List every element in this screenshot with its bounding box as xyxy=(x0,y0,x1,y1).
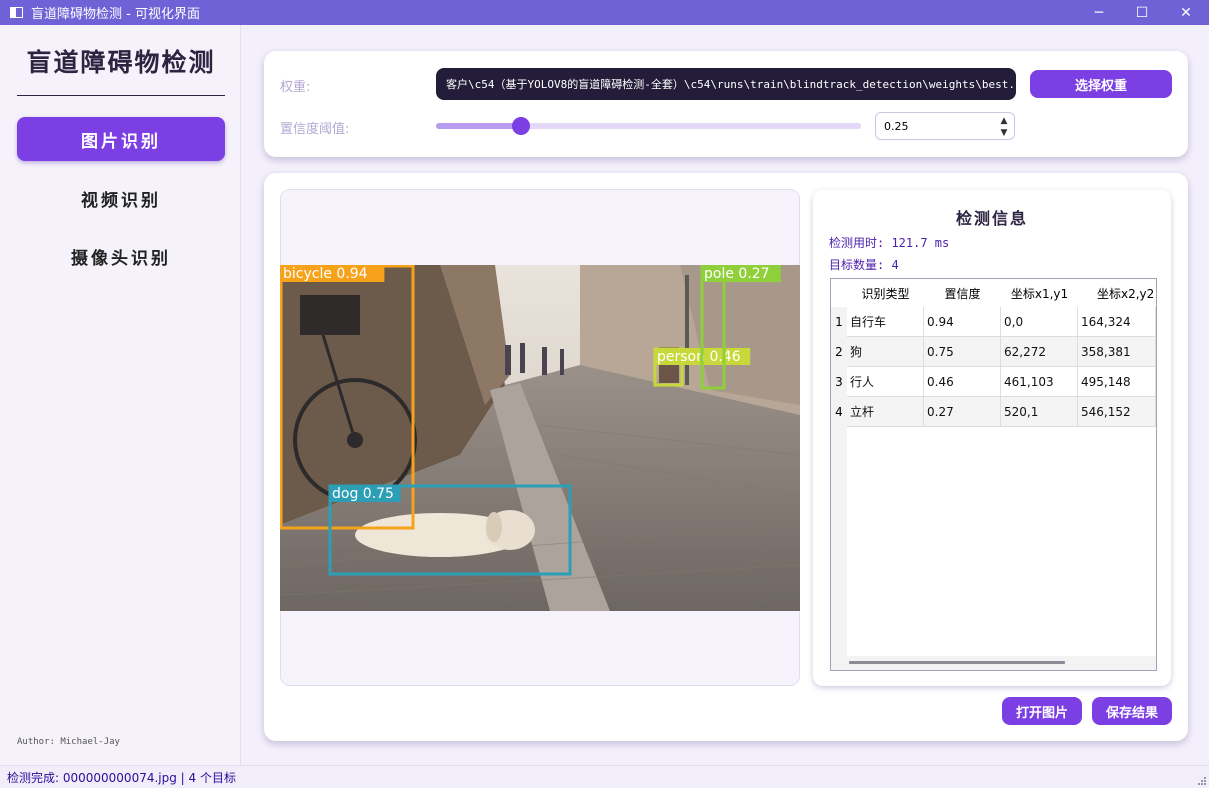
table-cell[interactable]: 狗 xyxy=(847,337,924,367)
window-title: 盲道障碍物检测 - 可视化界面 xyxy=(31,7,200,22)
save-result-button[interactable]: 保存结果 xyxy=(1092,697,1172,725)
row-number: 4 xyxy=(835,405,843,419)
nav-camera-detection[interactable]: 摄像头识别 xyxy=(17,234,225,278)
status-bar: 检测完成: 000000000074.jpg | 4 个目标 xyxy=(0,765,1209,788)
results-table[interactable]: 识别类型 置信度 坐标x1,y1 坐标x2,y2 1 自行车 0.94 0,0 … xyxy=(830,278,1157,671)
detection-label: person 0.46 xyxy=(657,349,741,365)
column-header[interactable]: 识别类型 xyxy=(847,279,924,307)
table-cell[interactable]: 0.27 xyxy=(924,397,1001,427)
table-cell[interactable]: 495,148 xyxy=(1078,367,1156,397)
table-cell[interactable]: 520,1 xyxy=(1001,397,1078,427)
table-cell[interactable]: 0.94 xyxy=(924,307,1001,337)
detection-label: dog 0.75 xyxy=(332,486,394,502)
title-divider xyxy=(17,95,225,96)
target-count-label: 目标数量: xyxy=(829,258,892,272)
close-button[interactable]: ✕ xyxy=(1163,0,1209,25)
row-number: 1 xyxy=(835,315,843,329)
weight-label: 权重: xyxy=(280,80,311,95)
table-cell[interactable]: 461,103 xyxy=(1001,367,1078,397)
column-header[interactable]: 坐标x2,y2 xyxy=(1078,279,1156,307)
row-number: 3 xyxy=(835,375,843,389)
confidence-value: 0.25 xyxy=(884,119,909,133)
column-header[interactable]: 坐标x1,y1 xyxy=(1001,279,1078,307)
confidence-label: 置信度阈值: xyxy=(280,122,350,137)
maximize-button[interactable]: ☐ xyxy=(1119,0,1165,25)
table-cell[interactable]: 立杆 xyxy=(847,397,924,427)
table-cell[interactable]: 行人 xyxy=(847,367,924,397)
target-count-value: 4 xyxy=(891,258,899,272)
author-label: Author: Michael-Jay xyxy=(17,737,120,747)
table-row[interactable]: 自行车 0.94 0,0 164,324 xyxy=(847,307,1156,337)
title-bar: 盲道障碍物检测 - 可视化界面 ─ ☐ ✕ xyxy=(0,0,1209,25)
detection-label: bicycle 0.94 xyxy=(283,266,368,282)
resize-grip-icon[interactable] xyxy=(1196,775,1206,785)
confidence-spinbox[interactable]: 0.25 ▲ ▼ xyxy=(875,112,1015,140)
app-icon xyxy=(10,7,23,18)
table-cell[interactable]: 0,0 xyxy=(1001,307,1078,337)
table-row[interactable]: 行人 0.46 461,103 495,148 xyxy=(847,367,1156,397)
confidence-slider[interactable] xyxy=(436,117,861,135)
row-number: 2 xyxy=(835,345,843,359)
status-text: 检测完成: 000000000074.jpg | 4 个目标 xyxy=(7,770,236,785)
target-count: 目标数量: 4 xyxy=(829,256,899,273)
open-image-button[interactable]: 打开图片 xyxy=(1002,697,1082,725)
table-cell[interactable]: 0.75 xyxy=(924,337,1001,367)
settings-card xyxy=(264,51,1188,157)
detection-image: bicycle 0.94 dog 0.75 person 0.46 pole 0.27 xyxy=(280,265,800,611)
table-cell[interactable]: 546,152 xyxy=(1078,397,1156,427)
table-cell[interactable]: 62,272 xyxy=(1001,337,1078,367)
table-cell[interactable]: 358,381 xyxy=(1078,337,1156,367)
nav-image-detection[interactable]: 图片识别 xyxy=(17,117,225,161)
sidebar: 盲道障碍物检测 图片识别 视频识别 摄像头识别 Author: Michael-… xyxy=(0,25,241,765)
detection-label: pole 0.27 xyxy=(704,266,770,282)
info-title: 检测信息 xyxy=(955,209,1028,228)
weight-path-field[interactable]: 客户\c54（基于YOLOV8的盲道障碍检测-全套）\c54\runs\trai… xyxy=(436,68,1016,100)
detect-time-value: 121.7 ms xyxy=(891,236,950,250)
slider-fill xyxy=(436,123,521,129)
table-cell[interactable]: 0.46 xyxy=(924,367,1001,397)
table-cell[interactable]: 自行车 xyxy=(847,307,924,337)
horizontal-scrollbar[interactable] xyxy=(847,656,1156,670)
table-row[interactable]: 立杆 0.27 520,1 546,152 xyxy=(847,397,1156,427)
table-cell[interactable]: 164,324 xyxy=(1078,307,1156,337)
detect-time: 检测用时: 121.7 ms xyxy=(829,234,949,251)
table-row[interactable]: 狗 0.75 62,272 358,381 xyxy=(847,337,1156,367)
app-title: 盲道障碍物检测 xyxy=(26,48,216,77)
slider-handle[interactable] xyxy=(512,117,530,135)
table-corner xyxy=(831,279,847,307)
detect-time-label: 检测用时: xyxy=(829,236,892,250)
minimize-button[interactable]: ─ xyxy=(1076,0,1122,25)
nav-video-detection[interactable]: 视频识别 xyxy=(17,176,225,220)
spin-down-icon[interactable]: ▼ xyxy=(994,126,1014,139)
scrollbar-thumb[interactable] xyxy=(849,661,1065,664)
detection-info-panel: 检测信息 检测用时: 121.7 ms 目标数量: 4 识别类型 置信度 坐标x… xyxy=(813,190,1171,686)
select-weight-button[interactable]: 选择权重 xyxy=(1030,70,1172,98)
column-header[interactable]: 置信度 xyxy=(924,279,1001,307)
